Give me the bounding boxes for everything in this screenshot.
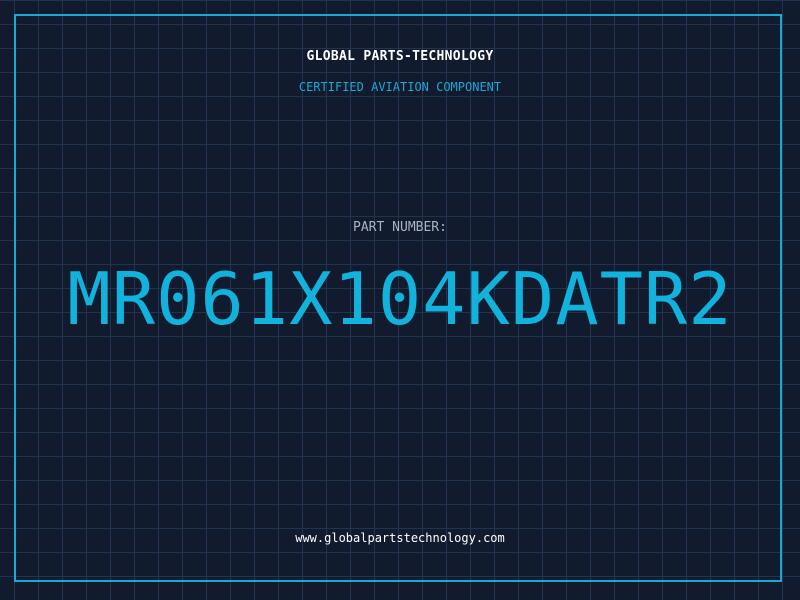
certification-subtitle: CERTIFIED AVIATION COMPONENT: [298, 80, 502, 94]
part-number-value: MR061X104KDATR2: [67, 257, 733, 341]
website-link[interactable]: www.globalpartstechnology.com: [0, 531, 800, 545]
company-name: GLOBAL PARTS-TECHNOLOGY: [306, 49, 494, 64]
part-number-label: PART NUMBER:: [353, 220, 447, 235]
